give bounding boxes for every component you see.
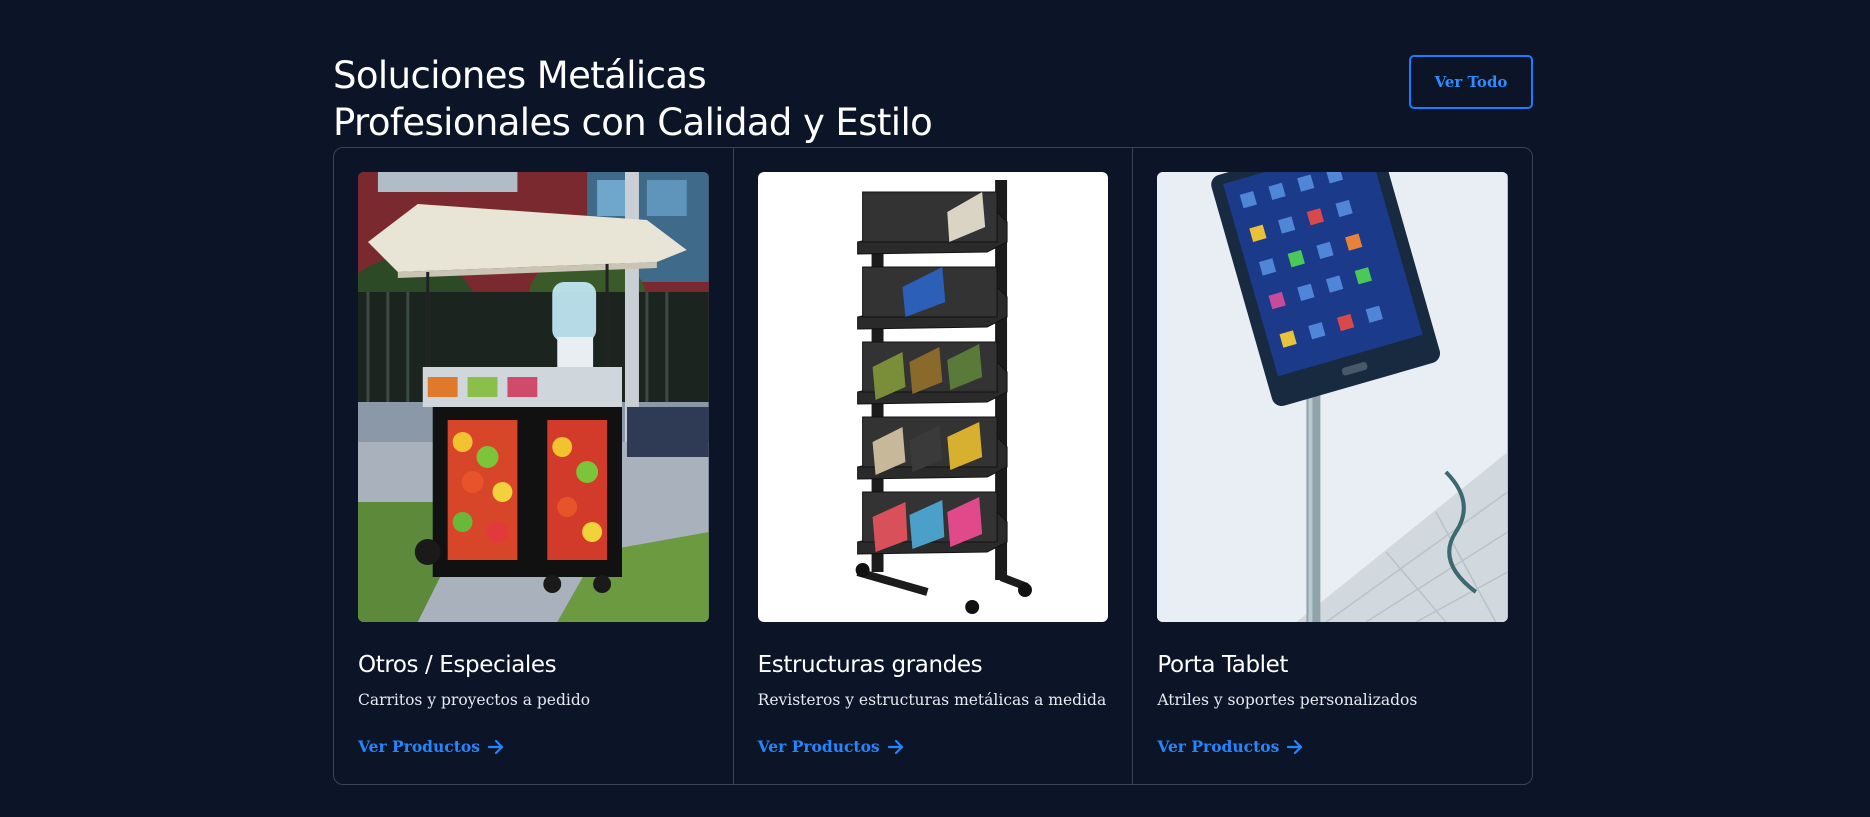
- tablet-stand-image[interactable]: [1157, 172, 1509, 622]
- card-title: Estructuras grandes: [757, 652, 983, 678]
- magazine-rack-image[interactable]: [757, 172, 1109, 622]
- card-description: Revisteros y estructuras metálicas a med…: [757, 691, 1107, 709]
- category-grid: Otros / Especiales Carritos y proyectos …: [333, 147, 1533, 785]
- categories-section: Soluciones Metálicas Profesionales con C…: [333, 0, 1533, 817]
- section-heading-line-1: Soluciones Metálicas: [333, 54, 707, 97]
- card-description: Atriles y soportes personalizados: [1157, 691, 1418, 709]
- view-products-label: Ver Productos: [358, 737, 480, 756]
- arrow-right-icon: [487, 739, 504, 754]
- category-card-porta-tablet: Porta Tablet Atriles y soportes personal…: [1132, 148, 1532, 784]
- view-products-label: Ver Productos: [1157, 737, 1280, 756]
- food-cart-image[interactable]: [358, 172, 709, 622]
- view-products-label: Ver Productos: [757, 737, 880, 756]
- view-products-link[interactable]: Ver Productos: [358, 737, 504, 756]
- section-heading: Soluciones Metálicas Profesionales con C…: [333, 52, 933, 146]
- section-heading-line-2: Profesionales con Calidad y Estilo: [333, 101, 933, 144]
- arrow-right-icon: [887, 739, 903, 754]
- view-products-link[interactable]: Ver Productos: [1157, 737, 1303, 756]
- view-products-link[interactable]: Ver Productos: [758, 737, 904, 756]
- category-card-otros-especiales: Otros / Especiales Carritos y proyectos …: [334, 148, 733, 784]
- card-description: Carritos y proyectos a pedido: [358, 691, 591, 709]
- category-card-estructuras-grandes: Estructuras grandes Revisteros y estruct…: [732, 148, 1133, 784]
- card-title: Otros / Especiales: [358, 652, 557, 678]
- arrow-right-icon: [1287, 739, 1303, 754]
- card-title: Porta Tablet: [1157, 652, 1289, 678]
- view-all-button[interactable]: Ver Todo: [1409, 55, 1533, 109]
